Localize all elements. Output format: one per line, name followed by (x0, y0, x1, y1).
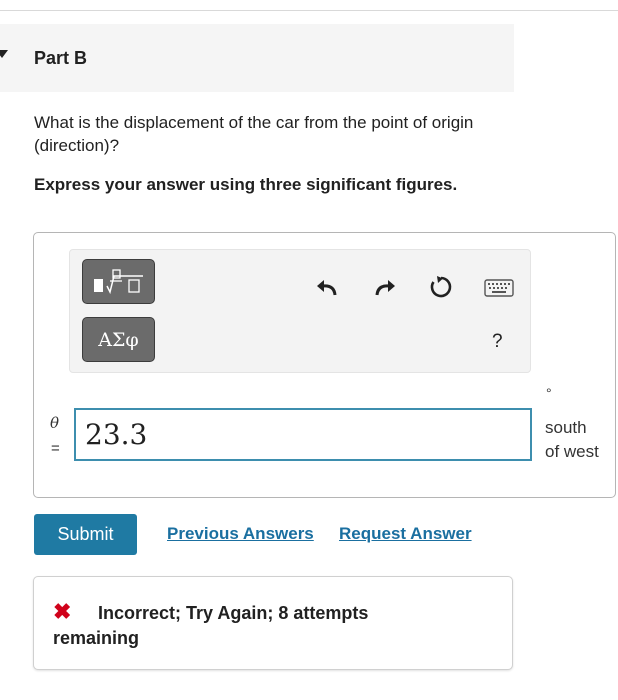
redo-icon[interactable] (372, 276, 396, 296)
submit-button[interactable]: Submit (34, 514, 137, 555)
top-divider (0, 10, 618, 11)
answer-input[interactable]: 23.3 (74, 408, 532, 461)
templates-button[interactable] (82, 259, 155, 304)
help-button[interactable]: ? (492, 331, 503, 353)
question-text: What is the displacement of the car from… (34, 113, 474, 155)
degree-symbol: ° (546, 385, 552, 401)
undo-icon[interactable] (316, 276, 340, 296)
answer-instruction: Express your answer using three signific… (34, 175, 458, 194)
previous-answers-link[interactable]: Previous Answers (167, 524, 314, 544)
keyboard-icon[interactable] (484, 279, 514, 297)
templates-icon (93, 268, 143, 294)
reset-icon[interactable] (428, 274, 454, 300)
collapse-caret-icon[interactable] (0, 50, 8, 58)
feedback-message: Incorrect; Try Again; 8 attempts remaini… (53, 603, 369, 648)
part-title: Part B (34, 48, 88, 68)
direction-unit: south of west (545, 418, 599, 461)
answer-variable: θ (50, 414, 60, 432)
equals-sign: = (51, 440, 60, 457)
greek-symbols-button[interactable]: ΑΣφ (82, 317, 155, 362)
request-answer-link[interactable]: Request Answer (339, 524, 472, 544)
